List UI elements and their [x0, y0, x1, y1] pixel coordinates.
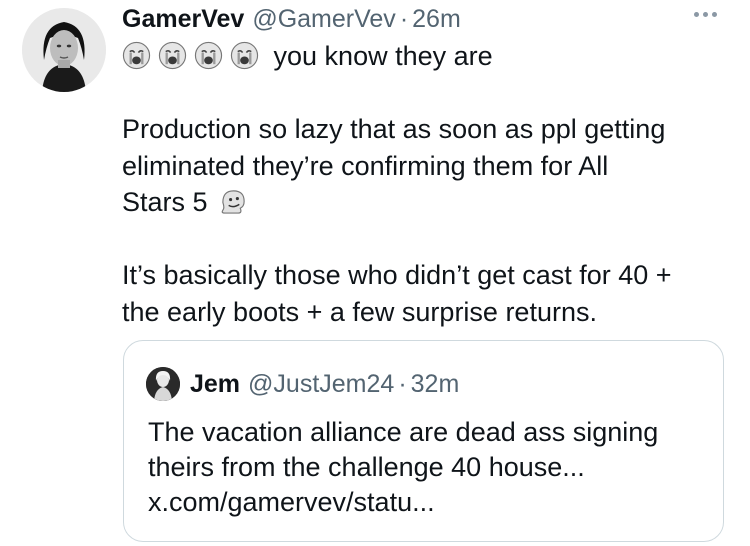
- melting-face-icon: [219, 187, 248, 216]
- loudly-crying-face-icon: [158, 41, 187, 70]
- post-para3-line: the early boots + a few surprise returns…: [122, 296, 597, 327]
- post-para2-text: Stars 5: [122, 187, 208, 217]
- post-body: you know they are Production so lazy tha…: [122, 38, 732, 330]
- author-display-name[interactable]: GamerVev: [122, 5, 244, 34]
- quoted-post-card[interactable]: Jem @JustJem24 · 32m The vacation allian…: [123, 340, 724, 542]
- author-handle[interactable]: @GamerVev: [252, 5, 395, 34]
- more-options-icon[interactable]: [694, 12, 717, 17]
- quoted-author-handle[interactable]: @JustJem24: [248, 370, 394, 399]
- loudly-crying-face-icon: [230, 41, 259, 70]
- post-header: GamerVev @GamerVev · 26m: [122, 2, 461, 36]
- quoted-post-header: Jem @JustJem24 · 32m: [146, 367, 459, 401]
- quoted-author-avatar: [146, 367, 180, 401]
- quoted-author-display-name[interactable]: Jem: [190, 370, 240, 399]
- header-separator: ·: [399, 4, 409, 33]
- post-timestamp[interactable]: 26m: [412, 5, 461, 34]
- post-line-1: you know they are: [122, 38, 732, 75]
- post-para2-line: eliminated they’re confirming them for A…: [122, 150, 609, 181]
- quoted-post-link[interactable]: x.com/gamervev/statu...: [148, 485, 658, 520]
- quoted-post-body: The vacation alliance are dead ass signi…: [148, 415, 658, 520]
- quoted-post-line: theirs from the challenge 40 house...: [148, 452, 585, 482]
- post-para3-line: It’s basically those who didn’t get cast…: [122, 260, 672, 290]
- quoted-post-timestamp[interactable]: 32m: [411, 370, 460, 399]
- loudly-crying-face-icon: [194, 41, 223, 70]
- post-para2-line: Production so lazy that as soon as ppl g…: [122, 114, 666, 144]
- quoted-post-line: The vacation alliance are dead ass signi…: [148, 417, 659, 447]
- quoted-header-separator: ·: [398, 369, 407, 398]
- author-avatar[interactable]: [22, 8, 106, 92]
- post-line-1-text: you know they are: [273, 41, 493, 71]
- post-para2-line-last: Stars 5: [122, 184, 732, 221]
- loudly-crying-face-icon: [122, 41, 151, 70]
